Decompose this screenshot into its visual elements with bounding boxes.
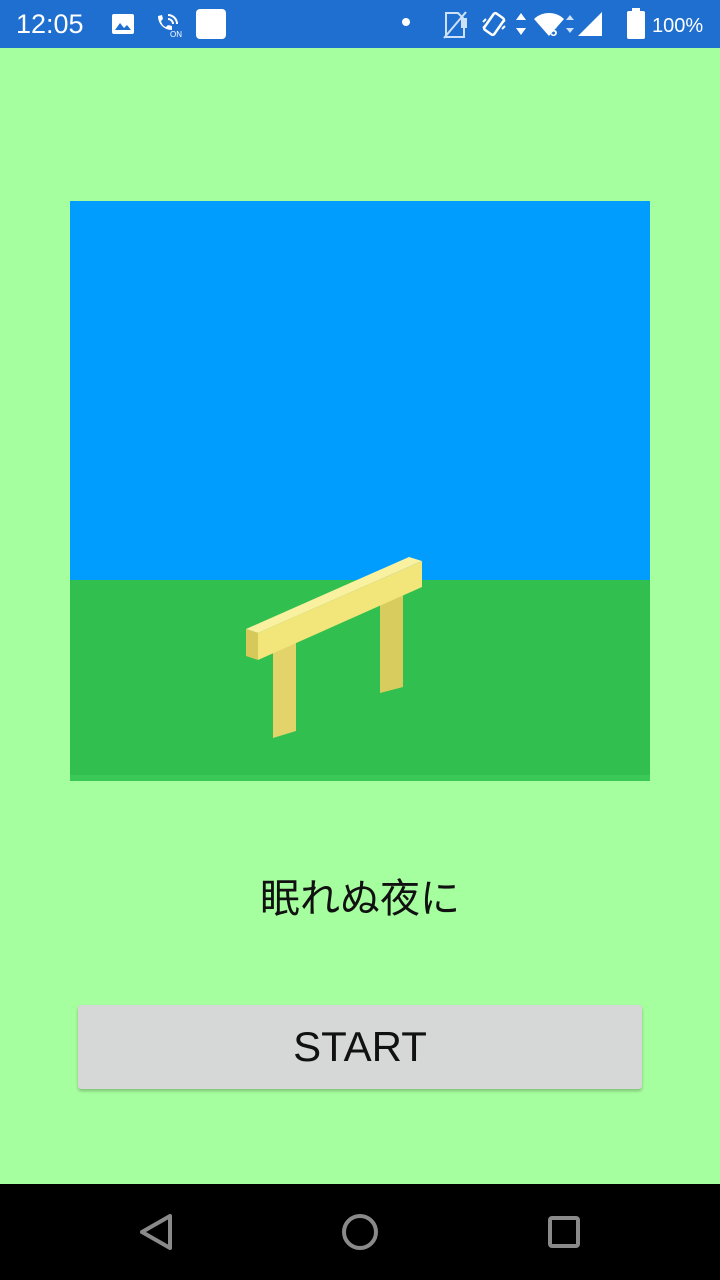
battery-percent: 100% bbox=[652, 15, 704, 37]
no-sim-icon bbox=[440, 10, 470, 39]
start-button-label: START bbox=[293, 1023, 427, 1070]
start-button[interactable]: START bbox=[78, 1005, 642, 1089]
back-icon[interactable] bbox=[132, 1208, 180, 1256]
recents-icon[interactable] bbox=[540, 1208, 588, 1256]
wifi-5-icon: 5 bbox=[532, 10, 576, 38]
game-scene bbox=[70, 201, 650, 781]
navigation-bar bbox=[0, 1184, 720, 1280]
notification-dot-icon bbox=[400, 16, 412, 44]
battery-full-icon bbox=[626, 8, 646, 39]
app-title: 眠れぬ夜に bbox=[260, 876, 460, 922]
data-arrows-icon bbox=[514, 10, 528, 38]
image-icon bbox=[111, 10, 135, 38]
status-bar: 12:05 ON 5 100% bbox=[0, 0, 720, 48]
sky bbox=[70, 201, 650, 582]
home-icon[interactable] bbox=[336, 1208, 384, 1256]
svg-text:5: 5 bbox=[550, 24, 557, 38]
wifi-calling-on-icon: ON bbox=[154, 10, 182, 38]
status-time: 12:05 bbox=[16, 9, 84, 39]
vibrate-icon bbox=[480, 10, 508, 38]
app-notification-icon bbox=[195, 8, 227, 39]
cell-signal-icon bbox=[576, 10, 604, 38]
svg-text:ON: ON bbox=[170, 30, 182, 38]
